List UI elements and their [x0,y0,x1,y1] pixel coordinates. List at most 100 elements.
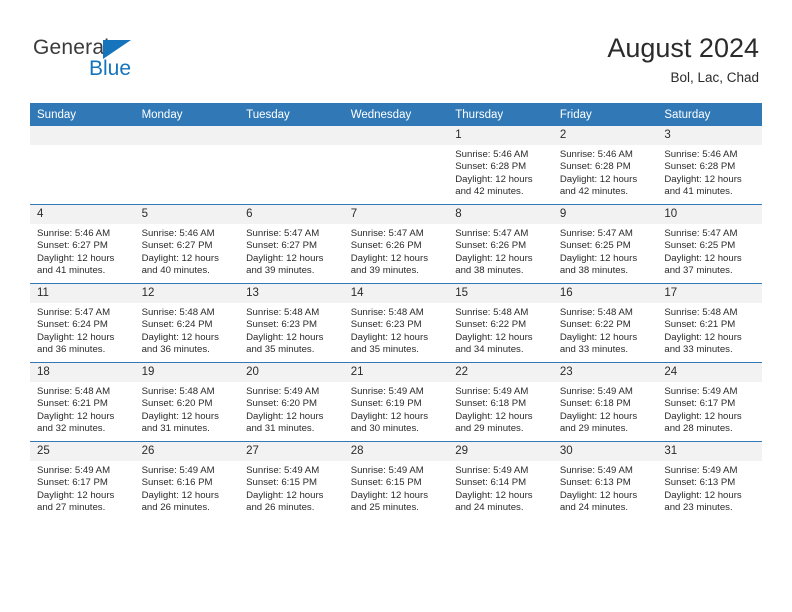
calendar-day-cell[interactable]: 27 Sunrise: 5:49 AM Sunset: 6:15 PM Dayligh… [239,441,344,520]
sunset-text: Sunset: 6:25 PM [559,240,631,252]
daylight-text-line1: Daylight: 12 hours [350,410,429,422]
day-number: 10 [657,205,762,224]
calendar-day-cell[interactable]: 10 Sunrise: 5:47 AM Sunset: 6:25 PM Dayligh… [657,204,762,284]
daylight-text-line2: and 29 minutes. [559,422,629,434]
sunrise-text: Sunrise: 5:46 AM [664,149,738,160]
daylight-text-line2: and 39 minutes. [246,264,315,276]
calendar-day-cell[interactable]: 30 Sunrise: 5:49 AM Sunset: 6:13 PM Dayligh… [552,441,658,520]
day-number: 31 [657,442,762,461]
day-details: Sunrise: 5:47 AM Sunset: 6:25 PM Daylight:… [657,224,762,277]
calendar-day-cell[interactable]: 8 Sunrise: 5:47 AM Sunset: 6:26 PM Daylight… [448,204,553,284]
sunrise-text: Sunrise: 5:49 AM [350,465,424,476]
daylight-text-line1: Daylight: 12 hours [455,173,533,185]
calendar-day-cell[interactable]: 18 Sunrise: 5:48 AM Sunset: 6:21 PM Dayligh… [30,362,135,442]
calendar-day-cell[interactable]: 3 Sunrise: 5:46 AM Sunset: 6:28 PM Daylight… [657,126,762,205]
day-details: Sunrise: 5:48 AM Sunset: 6:22 PM Daylight:… [448,303,553,356]
day-number: 20 [239,363,344,382]
calendar-day-cell[interactable]: 5 Sunrise: 5:46 AM Sunset: 6:27 PM Daylight… [134,204,240,284]
weekday-header-saturday: Saturday [657,103,762,126]
daylight-text-line2: and 27 minutes. [37,501,106,513]
calendar-grid: Sunday Monday Tuesday Wednesday Thursday… [30,103,762,520]
daylight-text-line1: Daylight: 12 hours [37,331,115,343]
calendar-day-cell[interactable]: 26 Sunrise: 5:49 AM Sunset: 6:16 PM Dayligh… [134,441,240,520]
day-number: 12 [134,284,240,303]
page-header: General Blue August 2024 Bol, Lac, Chad [0,0,792,100]
calendar-day-cell[interactable]: 28 Sunrise: 5:49 AM Sunset: 6:15 PM Dayligh… [343,441,449,520]
day-details: Sunrise: 5:47 AM Sunset: 6:25 PM Daylight:… [553,224,658,277]
day-number: 18 [30,363,135,382]
sunset-text: Sunset: 6:18 PM [455,398,527,410]
day-number: 7 [343,205,449,224]
calendar-day-cell[interactable]: 9 Sunrise: 5:47 AM Sunset: 6:25 PM Daylight… [552,204,658,284]
sunrise-text: Sunrise: 5:48 AM [559,307,633,318]
calendar-day-cell[interactable]: 7 Sunrise: 5:47 AM Sunset: 6:26 PM Daylight… [343,204,449,284]
calendar-header-row: Sunday Monday Tuesday Wednesday Thursday… [30,103,762,126]
calendar-week-row: 11 Sunrise: 5:47 AM Sunset: 6:24 PM Dayligh… [30,283,762,363]
day-number: 23 [552,363,658,382]
sunset-text: Sunset: 6:22 PM [455,319,527,331]
sunset-text: Sunset: 6:22 PM [559,319,631,331]
calendar-day-cell[interactable]: 6 Sunrise: 5:47 AM Sunset: 6:27 PM Daylight… [239,204,344,284]
sunrise-text: Sunrise: 5:49 AM [350,386,424,397]
daylight-text-line1: Daylight: 12 hours [246,410,324,422]
daylight-text-line1: Daylight: 12 hours [664,489,742,501]
day-details: Sunrise: 5:46 AM Sunset: 6:28 PM Daylight:… [657,145,762,198]
calendar-day-cell[interactable]: 24 Sunrise: 5:49 AM Sunset: 6:17 PM Dayligh… [657,362,762,442]
day-number: 13 [239,284,344,303]
day-number: 15 [448,284,553,303]
daylight-text-line1: Daylight: 12 hours [350,331,429,343]
day-details: Sunrise: 5:49 AM Sunset: 6:17 PM Daylight:… [657,382,762,435]
calendar-day-cell[interactable]: 15 Sunrise: 5:48 AM Sunset: 6:22 PM Dayligh… [448,283,553,363]
calendar-day-cell[interactable]: 14 Sunrise: 5:48 AM Sunset: 6:23 PM Dayligh… [343,283,449,363]
daylight-text-line1: Daylight: 12 hours [455,252,533,264]
calendar-day-cell[interactable]: 1 Sunrise: 5:46 AM Sunset: 6:28 PM Daylight… [448,126,553,205]
calendar-day-cell[interactable]: 4 Sunrise: 5:46 AM Sunset: 6:27 PM Daylight… [30,204,135,284]
day-number: 8 [448,205,553,224]
day-number: 27 [239,442,344,461]
calendar-day-cell[interactable]: 22 Sunrise: 5:49 AM Sunset: 6:18 PM Dayligh… [448,362,553,442]
calendar-day-cell[interactable]: 13 Sunrise: 5:48 AM Sunset: 6:23 PM Dayligh… [239,283,344,363]
calendar-body: 1 Sunrise: 5:46 AM Sunset: 6:28 PM Daylight… [30,126,762,520]
calendar-day-cell[interactable]: 11 Sunrise: 5:47 AM Sunset: 6:24 PM Dayligh… [30,283,135,363]
calendar-day-cell[interactable]: 29 Sunrise: 5:49 AM Sunset: 6:14 PM Dayligh… [448,441,553,520]
day-details: Sunrise: 5:48 AM Sunset: 6:23 PM Daylight:… [239,303,344,356]
day-details: Sunrise: 5:46 AM Sunset: 6:27 PM Daylight:… [135,224,240,277]
calendar-day-cell[interactable]: 12 Sunrise: 5:48 AM Sunset: 6:24 PM Dayligh… [134,283,240,363]
daylight-text-line1: Daylight: 12 hours [559,252,638,264]
daylight-text-line2: and 38 minutes. [455,264,524,276]
weekday-header: Sunday Monday Tuesday Wednesday Thursday… [30,103,762,126]
sunset-text: Sunset: 6:28 PM [664,161,736,173]
calendar-day-cell[interactable]: 21 Sunrise: 5:49 AM Sunset: 6:19 PM Dayligh… [343,362,449,442]
calendar-day-cell[interactable]: 25 Sunrise: 5:49 AM Sunset: 6:17 PM Dayligh… [30,441,135,520]
day-number: 5 [134,205,240,224]
calendar-day-cell[interactable]: 20 Sunrise: 5:49 AM Sunset: 6:20 PM Dayligh… [239,362,344,442]
day-details: Sunrise: 5:49 AM Sunset: 6:18 PM Daylight:… [448,382,553,435]
sunrise-text: Sunrise: 5:48 AM [141,386,215,397]
calendar-day-cell[interactable]: 2 Sunrise: 5:46 AM Sunset: 6:28 PM Daylight… [552,126,658,205]
sunset-text: Sunset: 6:20 PM [141,398,213,410]
daylight-text-line2: and 41 minutes. [664,185,733,197]
sunset-text: Sunset: 6:17 PM [37,477,108,489]
calendar-day-cell[interactable]: 16 Sunrise: 5:48 AM Sunset: 6:22 PM Dayligh… [552,283,658,363]
general-blue-logo[interactable]: General Blue [33,36,213,86]
calendar-day-cell[interactable]: 31 Sunrise: 5:49 AM Sunset: 6:13 PM Dayligh… [657,441,762,520]
daylight-text-line2: and 40 minutes. [141,264,210,276]
sunrise-text: Sunrise: 5:49 AM [559,386,633,397]
day-details: Sunrise: 5:49 AM Sunset: 6:16 PM Daylight:… [135,461,240,514]
daylight-text-line2: and 26 minutes. [141,501,210,513]
daylight-text-line1: Daylight: 12 hours [246,331,324,343]
sunset-text: Sunset: 6:27 PM [141,240,213,252]
day-details: Sunrise: 5:47 AM Sunset: 6:26 PM Daylight:… [448,224,553,277]
daylight-text-line1: Daylight: 12 hours [350,252,429,264]
calendar-day-cell[interactable]: 23 Sunrise: 5:49 AM Sunset: 6:18 PM Dayligh… [552,362,658,442]
daylight-text-line2: and 33 minutes. [664,343,733,355]
calendar-day-cell[interactable]: 19 Sunrise: 5:48 AM Sunset: 6:20 PM Dayligh… [134,362,240,442]
calendar-day-cell-empty [239,126,344,205]
calendar-day-cell[interactable]: 17 Sunrise: 5:48 AM Sunset: 6:21 PM Dayligh… [657,283,762,363]
sunset-text: Sunset: 6:21 PM [664,319,736,331]
day-details: Sunrise: 5:48 AM Sunset: 6:22 PM Daylight:… [553,303,658,356]
weekday-header-monday: Monday [134,103,240,126]
daylight-text-line2: and 38 minutes. [559,264,629,276]
title-block: August 2024 Bol, Lac, Chad [607,32,759,86]
sunrise-text: Sunrise: 5:46 AM [141,228,215,239]
